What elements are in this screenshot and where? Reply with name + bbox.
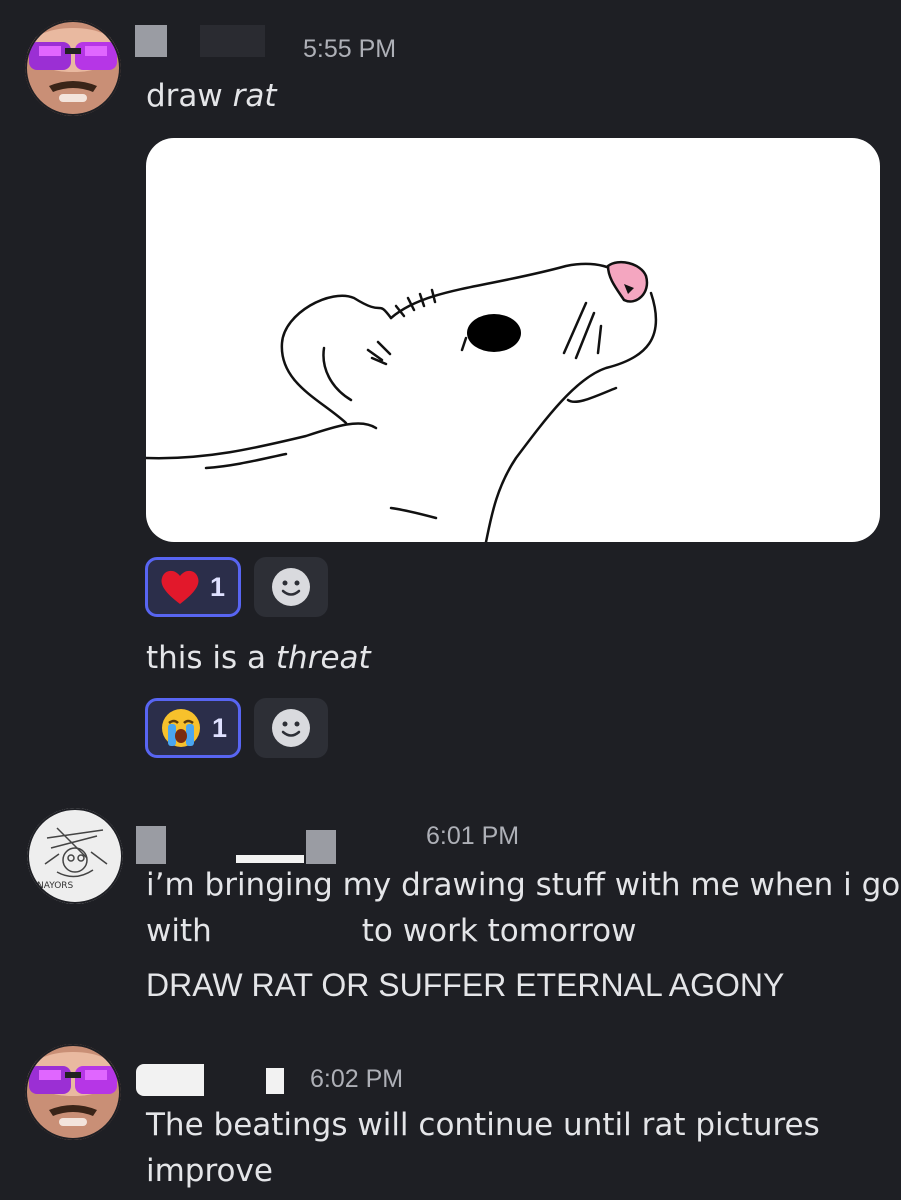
message-text: draw rat (146, 73, 277, 119)
message-text: The beatings will continue until rat pic… (146, 1107, 820, 1143)
add-reaction-icon (272, 709, 310, 747)
message-text: with to work tomorrow (146, 908, 637, 954)
message-text: improve (146, 1153, 273, 1189)
redacted-username (136, 1064, 204, 1096)
message-word: this is a (146, 640, 267, 676)
message-timestamp: 6:01 PM (426, 822, 520, 850)
user-avatar-sketch[interactable]: NAYORS (27, 808, 123, 904)
redacted-username-part (200, 25, 265, 57)
message-timestamp: 5:55 PM (303, 35, 397, 63)
reaction-count: 1 (212, 712, 228, 743)
message-word: to work tomorrow (361, 913, 637, 949)
attached-rat-drawing[interactable] (146, 138, 880, 542)
user-avatar-sunglasses[interactable] (25, 1044, 121, 1140)
add-reaction-button[interactable] (254, 698, 328, 758)
message-text: i’m bringing my drawing stuff with me wh… (146, 867, 901, 903)
reaction-count: 1 (210, 571, 226, 602)
heart-icon (161, 570, 199, 604)
redacted-username (135, 25, 167, 57)
message-text: this is a threat (146, 635, 371, 681)
message-word-italic: rat (232, 78, 277, 114)
rat-drawing (146, 260, 658, 542)
message-text: DRAW RAT OR SUFFER ETERNAL AGONY (146, 967, 785, 1003)
loudly-crying-face-icon (162, 709, 200, 747)
message-timestamp: 6:02 PM (310, 1065, 404, 1093)
redacted-username-part (306, 830, 336, 864)
reaction-crying[interactable]: 1 (145, 698, 241, 758)
chat-view: 5:55 PM draw rat 1 this is a threat 1 NA… (0, 0, 901, 1200)
message-word: draw (146, 78, 223, 114)
message-word-italic: threat (275, 640, 371, 676)
redacted-username-part (266, 1068, 284, 1094)
reaction-heart[interactable]: 1 (145, 557, 241, 617)
add-reaction-button[interactable] (254, 557, 328, 617)
add-reaction-icon (272, 568, 310, 606)
user-avatar-sunglasses[interactable] (25, 20, 121, 116)
message-word: with (146, 913, 212, 949)
redacted-username (136, 826, 166, 864)
